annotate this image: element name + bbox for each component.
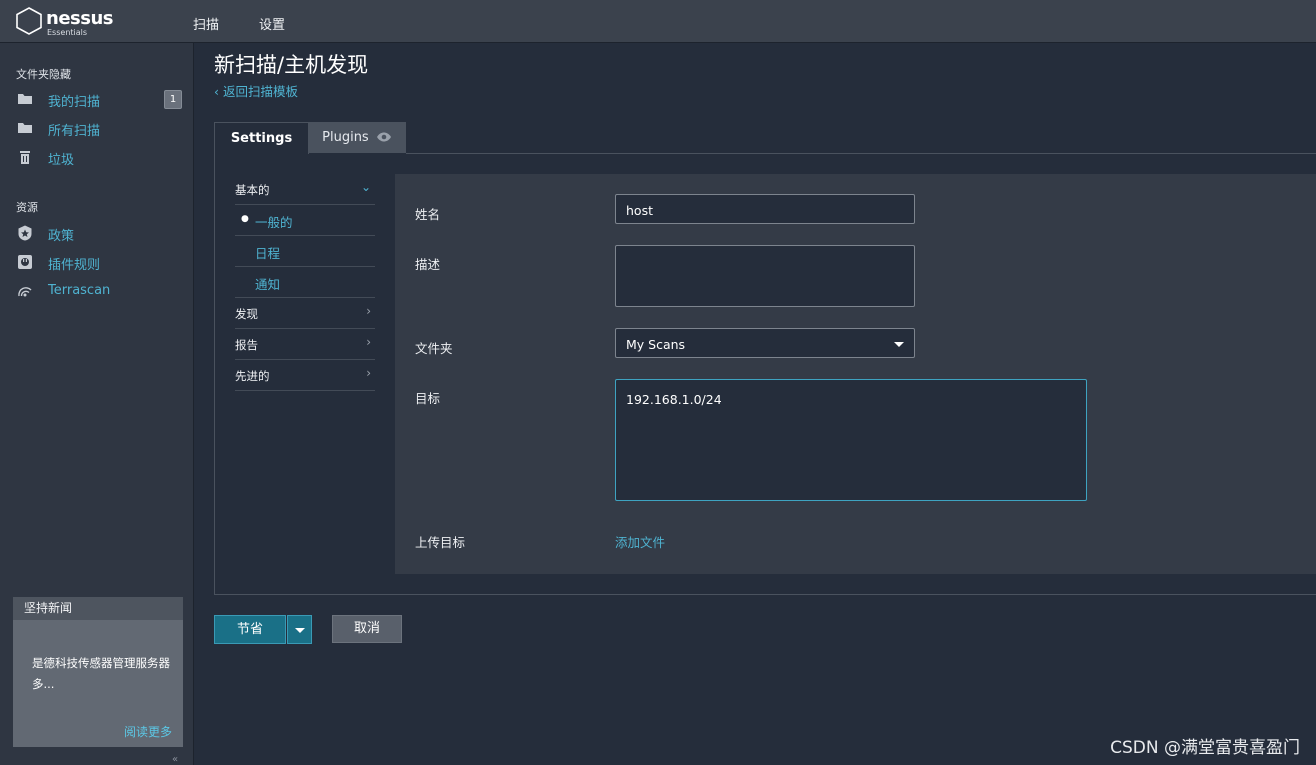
plugin-rules-icon xyxy=(18,255,32,269)
general-settings-form xyxy=(395,174,1316,574)
logo-name: nessus xyxy=(46,8,113,29)
add-file-link[interactable]: 添加文件 xyxy=(615,532,665,551)
chevron-down-icon: ⌄ xyxy=(360,180,371,194)
read-more-link[interactable]: 阅读更多 xyxy=(124,723,172,740)
sidebar: 文件夹隐藏 我的扫描 1 所有扫描 垃圾 资源 政策 插件规则 Terrasca… xyxy=(0,43,194,765)
sidebar-item-my-scans[interactable]: 我的扫描 1 xyxy=(16,88,182,110)
news-body[interactable]: 是德科技传感器管理服务器多... xyxy=(32,653,172,695)
nav-discovery[interactable]: 发现 › xyxy=(235,298,375,329)
nessus-hexagon-icon xyxy=(16,7,42,35)
caret-down-icon xyxy=(894,342,904,347)
folder-select-value: My Scans xyxy=(626,337,686,352)
description-label: 描述 xyxy=(415,257,441,272)
sidebar-item-label: 政策 xyxy=(48,229,75,244)
nav-discovery-label: 发现 xyxy=(235,307,258,321)
news-title: 坚持新闻 xyxy=(13,597,183,620)
chevron-right-icon: › xyxy=(366,304,371,318)
sidebar-item-label: 垃圾 xyxy=(48,153,75,168)
page-title: 新扫描/主机发现 xyxy=(214,53,369,77)
chevron-right-icon: › xyxy=(366,366,371,380)
sidebar-item-label: 所有扫描 xyxy=(48,124,101,139)
shield-icon xyxy=(18,225,32,241)
back-link-label: 返回扫描模板 xyxy=(222,84,298,99)
nav-basic[interactable]: 基本的 ⌄ xyxy=(235,174,375,205)
nav-general-label: 一般的 xyxy=(255,215,293,230)
terrascan-icon xyxy=(18,287,32,297)
nav-advanced[interactable]: 先进的 › xyxy=(235,360,375,391)
save-button[interactable]: 节省 xyxy=(214,615,286,644)
description-textarea[interactable] xyxy=(615,245,915,307)
watermark: CSDN @满堂富贵喜盈门 xyxy=(1110,738,1300,758)
sidebar-item-trash[interactable]: 垃圾 xyxy=(16,146,182,168)
nav-schedule[interactable]: 日程 xyxy=(235,236,375,267)
folder-label: 文件夹 xyxy=(415,341,453,356)
nav-notifications[interactable]: 通知 xyxy=(235,267,375,298)
sidebar-item-label: 插件规则 xyxy=(48,258,101,273)
tab-settings[interactable]: Settings xyxy=(214,122,309,154)
tab-plugins-label: Plugins xyxy=(322,130,369,145)
name-input-value: host xyxy=(626,203,653,218)
nav-basic-label: 基本的 xyxy=(235,183,270,197)
sidebar-item-all-scans[interactable]: 所有扫描 xyxy=(16,117,182,139)
sidebar-item-terrascan[interactable]: Terrascan xyxy=(16,280,182,302)
nav-settings[interactable]: 设置 xyxy=(259,14,285,33)
nessus-logo[interactable]: nessus Essentials xyxy=(14,6,124,38)
folder-icon xyxy=(18,94,32,104)
tab-plugins[interactable]: Plugins xyxy=(308,122,406,153)
eye-icon[interactable] xyxy=(376,132,392,142)
folders-section-title[interactable]: 文件夹隐藏 xyxy=(16,66,71,82)
nav-schedule-label: 日程 xyxy=(255,246,281,261)
resources-section-title: 资源 xyxy=(16,201,38,214)
folder-select[interactable]: My Scans xyxy=(615,328,915,358)
nav-notifications-label: 通知 xyxy=(255,277,281,292)
bullet-icon: ● xyxy=(241,214,249,224)
trash-icon xyxy=(20,151,30,164)
collapse-sidebar-icon[interactable]: « xyxy=(172,754,178,765)
back-to-templates-link[interactable]: ‹ 返回扫描模板 xyxy=(214,81,298,100)
nav-general[interactable]: ● 一般的 xyxy=(235,205,375,236)
sidebar-item-label: Terrascan xyxy=(48,283,111,298)
targets-value: 192.168.1.0/24 xyxy=(626,392,722,407)
sidebar-item-label: 我的扫描 xyxy=(48,95,101,110)
sidebar-item-plugin-rules[interactable]: 插件规则 xyxy=(16,251,182,273)
targets-label: 目标 xyxy=(415,391,441,406)
save-options-dropdown[interactable] xyxy=(287,615,312,644)
cancel-button[interactable]: 取消 xyxy=(332,615,402,643)
news-widget: 坚持新闻 是德科技传感器管理服务器多... 阅读更多 xyxy=(13,597,183,747)
logo-subtitle: Essentials xyxy=(47,28,88,37)
chevron-right-icon: › xyxy=(366,335,371,349)
caret-down-icon xyxy=(295,628,305,633)
nav-report[interactable]: 报告 › xyxy=(235,329,375,360)
nav-advanced-label: 先进的 xyxy=(235,369,270,383)
targets-textarea[interactable]: 192.168.1.0/24 xyxy=(615,379,1087,501)
name-input[interactable]: host xyxy=(615,194,915,224)
nav-scans[interactable]: 扫描 xyxy=(193,14,219,33)
upload-targets-label: 上传目标 xyxy=(415,535,466,550)
scan-count-badge: 1 xyxy=(164,90,182,109)
name-label: 姓名 xyxy=(415,207,441,222)
top-bar: nessus Essentials 扫描 设置 xyxy=(0,0,1316,43)
nav-report-label: 报告 xyxy=(235,338,258,352)
sidebar-item-policies[interactable]: 政策 xyxy=(16,222,182,244)
chevron-left-icon: ‹ xyxy=(214,84,223,99)
folder-icon xyxy=(18,123,32,133)
